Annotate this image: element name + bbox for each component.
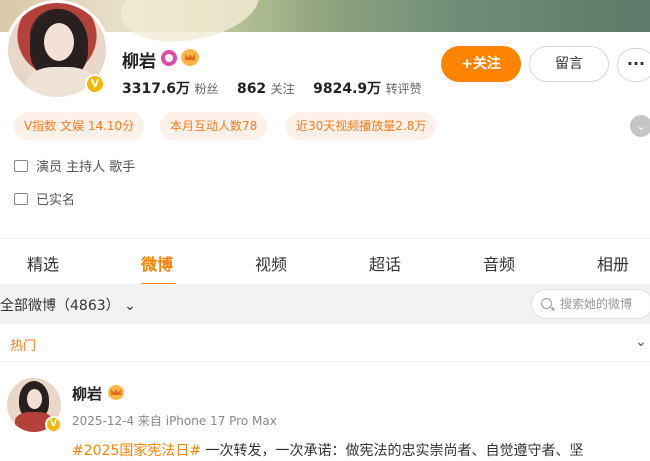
- verified-icon: V: [45, 416, 62, 433]
- chevron-down-icon[interactable]: ⌄: [635, 334, 647, 350]
- tab-audio[interactable]: 音频: [483, 251, 515, 275]
- hot-bar[interactable]: 热门 ⌄: [0, 324, 650, 362]
- post-content: #2025国家宪法日# 一次转发，一次承诺：做宪法的忠实崇尚者、自觉遵守者、坚: [72, 440, 584, 460]
- tab-featured[interactable]: 精选: [27, 251, 59, 275]
- profile-name: 柳岩: [122, 52, 156, 72]
- tab-supertopic[interactable]: 超话: [369, 251, 401, 275]
- profile-tabs: 精选 微博 视频 超话 音频 相册: [0, 238, 650, 286]
- crown-icon[interactable]: [108, 385, 124, 400]
- monthly-interaction-tag[interactable]: 本月互动人数78: [160, 112, 268, 140]
- verified-icon: V: [85, 74, 105, 94]
- tab-weibo[interactable]: 微博: [141, 251, 173, 275]
- search-input[interactable]: 搜索她的微博: [531, 289, 650, 319]
- hot-label: 热门: [10, 339, 37, 354]
- more-button[interactable]: ···: [617, 48, 650, 82]
- profile-stats: 3317.6万 粉丝 862 关注 9824.9万 转评赞: [122, 78, 436, 98]
- followers-count[interactable]: 3317.6万: [122, 81, 190, 97]
- chevron-down-icon: ⌄: [124, 298, 136, 314]
- filter-bar: 全部微博（4863） ⌄ 搜索她的微博: [0, 284, 650, 324]
- post-meta[interactable]: 2025-12-4 来自 iPhone 17 Pro Max: [72, 412, 277, 429]
- id-card-icon: [14, 193, 28, 205]
- search-icon: [541, 298, 552, 309]
- expand-icon[interactable]: ⌄: [630, 115, 650, 137]
- follow-button[interactable]: +关注: [441, 46, 521, 82]
- following-count[interactable]: 862: [237, 81, 266, 97]
- occupation-text: 演员 主持人 歌手: [36, 160, 136, 175]
- post-text: 一次转发，一次承诺：做宪法的忠实崇尚者、自觉遵守者、坚: [201, 443, 584, 459]
- tab-album[interactable]: 相册: [597, 251, 629, 275]
- interactions-count: 9824.9万: [313, 81, 382, 97]
- filter-label-text: 全部微博（4863）: [0, 298, 120, 314]
- message-button[interactable]: 留言: [529, 46, 609, 82]
- tab-video[interactable]: 视频: [255, 251, 287, 275]
- occupation-row: 演员 主持人 歌手: [14, 156, 135, 175]
- following-label[interactable]: 关注: [271, 82, 295, 96]
- video-views-tag[interactable]: 近30天视频播放量2.8万: [286, 112, 437, 140]
- avatar-face: [44, 23, 74, 61]
- avatar-face: [27, 389, 42, 409]
- actor-icon: [14, 160, 28, 172]
- crown-icon[interactable]: [181, 49, 199, 66]
- post-author[interactable]: 柳岩: [72, 383, 102, 404]
- interactions-label: 转评赞: [385, 82, 422, 96]
- verification-row: 已实名: [14, 189, 75, 208]
- verification-text: 已实名: [36, 193, 76, 208]
- banner-decoration: [114, 0, 266, 52]
- pink-badge-icon[interactable]: [161, 50, 177, 66]
- v-index-tag[interactable]: V指数 文娱 14.10分: [14, 112, 145, 140]
- followers-label[interactable]: 粉丝: [194, 82, 218, 96]
- post-topic-link[interactable]: #2025国家宪法日#: [72, 443, 201, 459]
- search-placeholder: 搜索她的微博: [560, 297, 633, 311]
- all-weibo-filter[interactable]: 全部微博（4863） ⌄: [0, 295, 136, 315]
